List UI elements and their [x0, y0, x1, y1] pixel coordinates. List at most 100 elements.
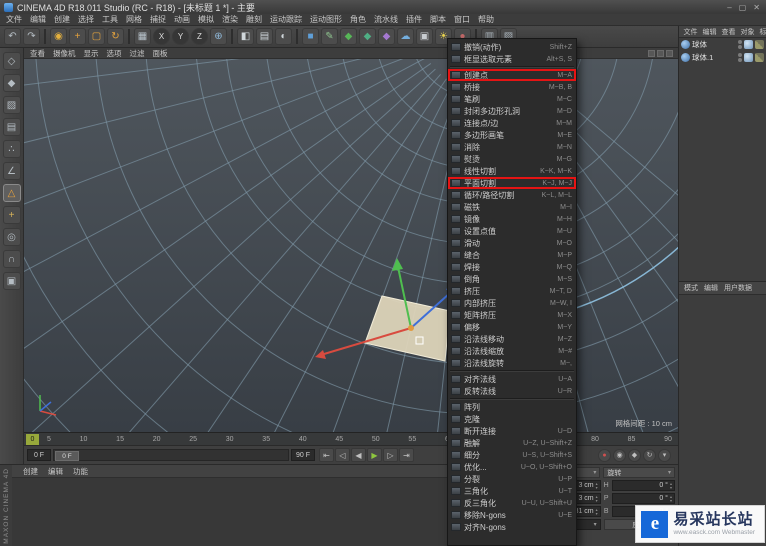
add-primitive-icon[interactable]: ■ — [302, 28, 319, 45]
object-manager-menu-item[interactable]: 编辑 — [700, 27, 719, 37]
record-position-icon[interactable]: ◆ — [628, 449, 641, 462]
context-menu-item[interactable]: 细分 U~S, U~Shift+S — [448, 449, 576, 461]
viewport-menu-item[interactable]: 查看 — [26, 48, 49, 59]
menu-item[interactable]: 脚本 — [426, 14, 450, 25]
texture-mode-icon[interactable]: ▨ — [3, 96, 21, 114]
viewport-solo-icon[interactable]: ◎ — [3, 228, 21, 246]
play-button[interactable]: ▶ — [367, 448, 382, 462]
attribute-tab[interactable]: 用户数据 — [721, 283, 755, 293]
lock-y-axis-button[interactable]: Y — [172, 28, 189, 45]
context-menu-item[interactable]: 反转法线 U~R — [448, 385, 576, 397]
axis-origin[interactable] — [408, 325, 414, 331]
viewport-menu-item[interactable]: 显示 — [80, 48, 103, 59]
context-menu-item[interactable]: 设置点值 M~U — [448, 225, 576, 237]
context-menu-item[interactable]: 三角化 U~T — [448, 485, 576, 497]
visibility-dots[interactable] — [738, 53, 742, 62]
viewport-menu-item[interactable]: 面板 — [149, 48, 172, 59]
range-end-field[interactable]: 90 F — [291, 449, 315, 461]
context-menu-item[interactable]: 矩阵挤压 M~X — [448, 309, 576, 321]
add-spline-icon[interactable]: ✎ — [321, 28, 338, 45]
viewport[interactable]: 查看摄像机显示选项过滤面板 — [24, 48, 678, 432]
context-menu-item[interactable]: 倒角 M~S — [448, 273, 576, 285]
visibility-dots[interactable] — [738, 40, 742, 49]
object-manager-menu-item[interactable]: 标签 — [757, 27, 766, 37]
model-mode-icon[interactable]: ◆ — [3, 74, 21, 92]
context-menu-item[interactable]: 熨烫 M~G — [448, 153, 576, 165]
points-mode-icon[interactable]: ∴ — [3, 140, 21, 158]
render-settings-icon[interactable]: ◐ — [275, 28, 292, 45]
add-camera-icon[interactable]: ▣ — [416, 28, 433, 45]
球体.1[interactable]: 球体.1 — [679, 51, 766, 64]
toolbar-icon[interactable] — [128, 29, 130, 44]
viewport-menu-item[interactable]: 过滤 — [126, 48, 149, 59]
render-picture-viewer-icon[interactable]: ▤ — [256, 28, 273, 45]
context-menu-item[interactable]: 平面切割 K~J, M~J — [448, 177, 576, 189]
add-mograph-icon[interactable]: ◆ — [359, 28, 376, 45]
snap-icon[interactable]: ∩ — [3, 250, 21, 268]
timeline-ruler[interactable]: 0 51015202530354045505560657075808590 — [24, 432, 678, 445]
redo-icon[interactable]: ↷ — [23, 28, 40, 45]
menu-item[interactable]: 创建 — [50, 14, 74, 25]
viewport-maximize-icon[interactable] — [666, 50, 673, 57]
menu-item[interactable]: 编辑 — [26, 14, 50, 25]
phong-tag-icon[interactable] — [744, 53, 753, 62]
context-menu-item[interactable]: 焊接 M~Q — [448, 261, 576, 273]
uvw-tag-icon[interactable] — [755, 53, 764, 62]
context-menu-item[interactable]: 笔刷 M~C — [448, 93, 576, 105]
toolbar-icon[interactable] — [231, 29, 233, 44]
toolbar-icon[interactable] — [296, 29, 298, 44]
coordinate-column-dropdown[interactable]: 旋转 — [603, 467, 675, 478]
edges-mode-icon[interactable]: ∠ — [3, 162, 21, 180]
context-menu-item[interactable]: 创建点 M~A — [448, 69, 576, 81]
context-menu-item[interactable]: 对齐法线 U~A — [448, 373, 576, 385]
context-menu-item[interactable]: 对齐N-gons — [448, 521, 576, 533]
viewport-menu-item[interactable]: 选项 — [103, 48, 126, 59]
context-menu-item[interactable]: 桥接 M~B, B — [448, 81, 576, 93]
context-menu-item[interactable]: 优化... U~O, U~Shift+O — [448, 461, 576, 473]
context-menu-item[interactable]: 偏移 M~Y — [448, 321, 576, 333]
timeline-slider-grip[interactable]: 0 F — [55, 451, 79, 461]
attribute-tab[interactable]: 编辑 — [701, 283, 721, 293]
context-menu-item[interactable]: 阵列 — [448, 401, 576, 413]
context-menu-item[interactable]: 沿法线缩放 M~# — [448, 345, 576, 357]
close-button[interactable]: ✕ — [753, 3, 760, 12]
context-menu-item[interactable]: 封闭多边形孔洞 M~D — [448, 105, 576, 117]
context-menu-item[interactable]: 消除 M~N — [448, 141, 576, 153]
object-manager-menu-item[interactable]: 对象 — [738, 27, 757, 37]
phong-tag-icon[interactable] — [744, 40, 753, 49]
viewport-canvas[interactable] — [24, 59, 678, 432]
current-frame-marker[interactable]: 0 — [26, 434, 39, 445]
context-menu-item[interactable]: 缝合 M~P — [448, 249, 576, 261]
menu-item[interactable]: 运动图形 — [306, 14, 346, 25]
render-view-icon[interactable]: ◧ — [237, 28, 254, 45]
menu-item[interactable]: 角色 — [346, 14, 370, 25]
materials-menu-item[interactable]: 编辑 — [43, 466, 68, 477]
make-editable-icon[interactable]: ◇ — [3, 52, 21, 70]
object-manager-menu-item[interactable]: 文件 — [681, 27, 700, 37]
menu-item[interactable]: 渲染 — [218, 14, 242, 25]
context-menu-item[interactable]: 磁铁 M~I — [448, 201, 576, 213]
enable-axis-icon[interactable]: + — [3, 206, 21, 224]
scale-tool-icon[interactable]: ▢ — [88, 28, 105, 45]
context-menu-item[interactable]: 断开连接 U~D — [448, 425, 576, 437]
menu-item[interactable]: 插件 — [402, 14, 426, 25]
lock-x-axis-button[interactable]: X — [153, 28, 170, 45]
previous-frame-button[interactable]: ◀ — [351, 448, 366, 462]
next-frame-button[interactable]: ▷ — [383, 448, 398, 462]
materials-menu-item[interactable]: 创建 — [18, 466, 43, 477]
rotation-field[interactable]: 0 ° — [612, 480, 675, 491]
context-menu-item[interactable]: 内部挤压 M~W, I — [448, 297, 576, 309]
menu-item[interactable]: 网格 — [122, 14, 146, 25]
autokey-icon[interactable]: ◉ — [613, 449, 626, 462]
menu-item[interactable]: 帮助 — [474, 14, 498, 25]
viewport-single-icon[interactable] — [648, 50, 655, 57]
context-menu-item[interactable]: 镜像 M~H — [448, 213, 576, 225]
menu-item[interactable]: 模拟 — [194, 14, 218, 25]
context-menu-item[interactable]: 反三角化 U~U, U~Shift+U — [448, 497, 576, 509]
context-menu-item[interactable]: 沿法线移动 M~Z — [448, 333, 576, 345]
maximize-button[interactable]: ▢ — [739, 3, 747, 12]
lock-z-axis-button[interactable]: Z — [191, 28, 208, 45]
attribute-tab[interactable]: 模式 — [681, 283, 701, 293]
go-to-end-button[interactable]: ⇥ — [399, 448, 414, 462]
rotation-field[interactable]: 0 ° — [612, 493, 675, 504]
